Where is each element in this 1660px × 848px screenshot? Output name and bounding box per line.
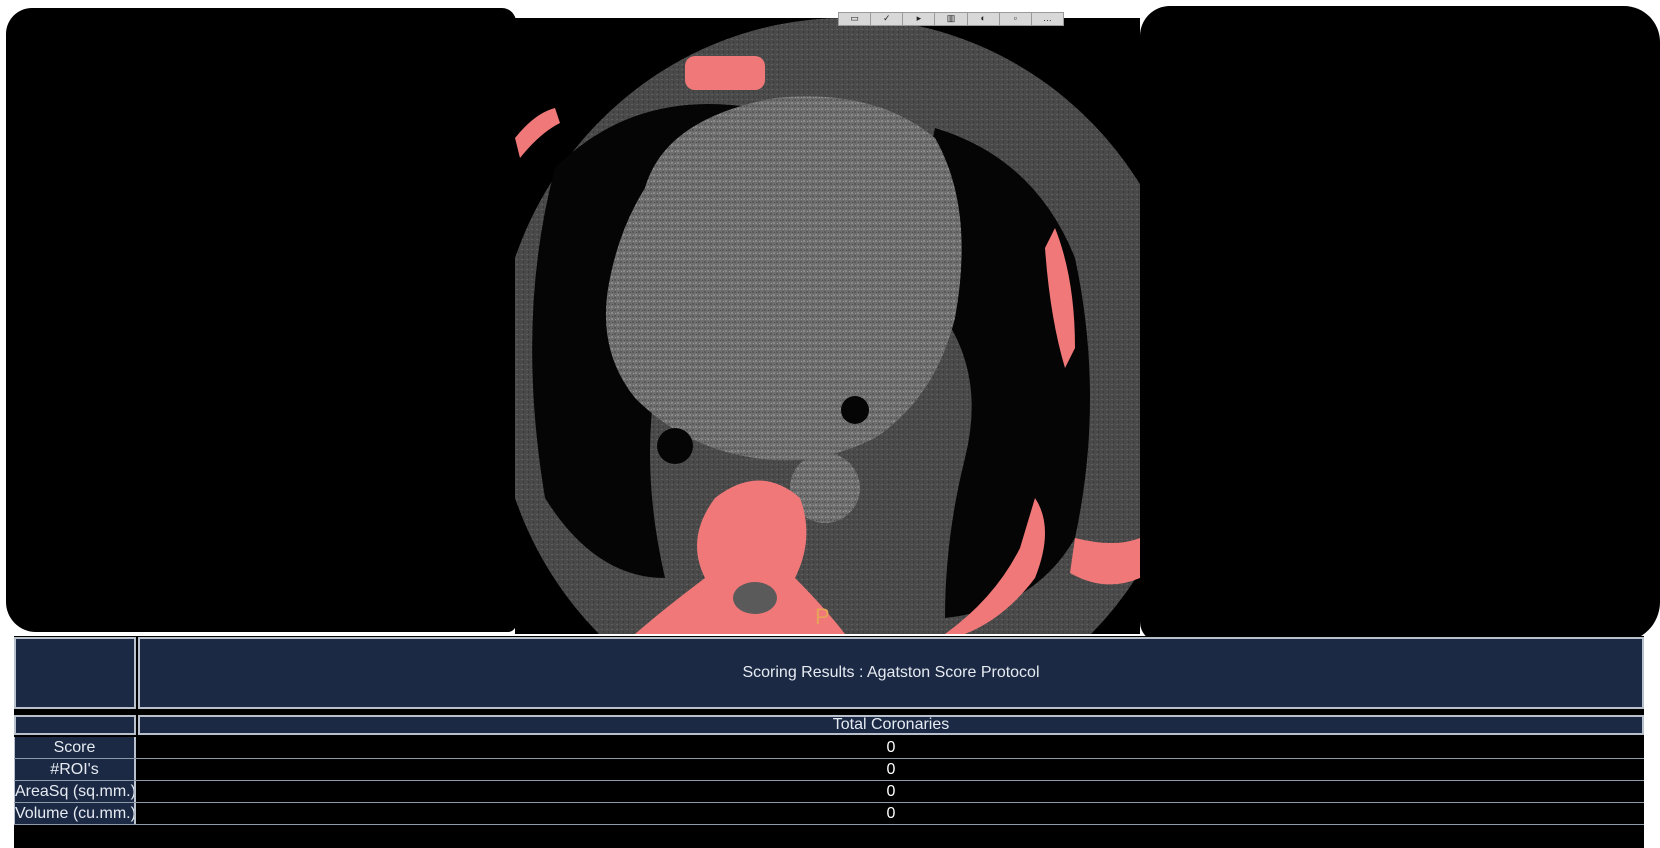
scoring-results-panel: Scoring Results : Agatston Score Protoco… <box>14 636 1644 848</box>
row-value: 0 <box>138 803 1644 824</box>
row-label: Score <box>14 737 136 758</box>
ct-scan-image[interactable] <box>515 18 1140 634</box>
column-header-row: Total Coronaries <box>14 715 1644 737</box>
table-row-area: AreaSq (sq.mm.) 0 <box>14 781 1644 803</box>
window-icon[interactable]: ▫ <box>1000 13 1032 25</box>
row-value: 0 <box>138 737 1644 758</box>
row-value: 0 <box>138 759 1644 780</box>
select-icon[interactable]: ▭ <box>839 13 872 25</box>
redacted-region-left <box>6 8 516 632</box>
column-header-total-coronaries: Total Coronaries <box>138 715 1644 735</box>
app-screen: ▭ ✓ ▸ ▥ ◐ ▫ … P Scoring Results : Agatst… <box>0 0 1660 848</box>
header-corner-cell <box>14 637 136 709</box>
pointer-icon[interactable]: ▸ <box>903 13 936 25</box>
viewer-toolbar: ▭ ✓ ▸ ▥ ◐ ▫ … <box>838 12 1064 26</box>
row-label: #ROI's <box>14 759 136 780</box>
redacted-region-right <box>1140 6 1660 642</box>
more-icon[interactable]: … <box>1032 13 1063 25</box>
check-icon[interactable]: ✓ <box>871 13 904 25</box>
row-value: 0 <box>138 781 1644 802</box>
table-row-rois: #ROI's 0 <box>14 759 1644 781</box>
results-table-body: Score 0 #ROI's 0 AreaSq (sq.mm.) 0 Volum… <box>14 737 1644 825</box>
row-label: AreaSq (sq.mm.) <box>14 781 136 802</box>
results-title: Scoring Results : Agatston Score Protoco… <box>138 637 1644 709</box>
image-viewer[interactable]: ▭ ✓ ▸ ▥ ◐ ▫ … P <box>0 0 1660 642</box>
column-header-corner <box>14 715 136 735</box>
table-row-volume: Volume (cu.mm.) 0 <box>14 803 1644 825</box>
results-header-row: Scoring Results : Agatston Score Protoco… <box>14 637 1644 713</box>
row-label: Volume (cu.mm.) <box>14 803 136 824</box>
ct-slice-graphic <box>515 18 1140 634</box>
orientation-marker: P <box>815 604 830 629</box>
ruler-icon[interactable]: ▥ <box>935 13 968 25</box>
contrast-icon[interactable]: ◐ <box>968 13 1000 25</box>
table-row-score: Score 0 <box>14 737 1644 759</box>
